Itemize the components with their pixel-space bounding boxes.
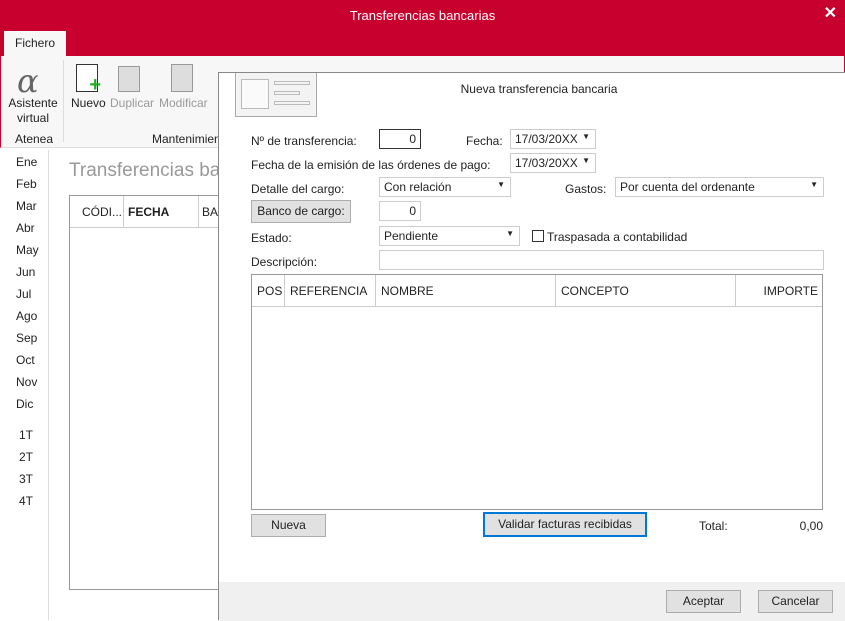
estado-value: Pendiente (384, 229, 439, 243)
col-referencia[interactable]: REFERENCIA (285, 275, 376, 307)
alpha-icon: α (17, 62, 39, 100)
sidebar-month[interactable]: May (16, 243, 39, 257)
emision-value: 17/03/20XX (515, 156, 578, 170)
dropdown-arrow-icon: ▼ (497, 180, 505, 189)
new-document-icon: + (76, 64, 101, 96)
dropdown-arrow-icon: ▼ (810, 180, 818, 189)
sidebar-quarter[interactable]: 1T (19, 428, 33, 442)
sidebar-quarter[interactable]: 3T (19, 472, 33, 486)
validar-facturas-button[interactable]: Validar facturas recibidas (483, 512, 647, 537)
sidebar-month[interactable]: Jun (16, 265, 35, 279)
estado-label: Estado: (251, 231, 292, 245)
estado-select[interactable]: Pendiente ▼ (379, 226, 520, 246)
duplicate-icon (118, 66, 140, 92)
sidebar-month[interactable]: Mar (16, 199, 37, 213)
fecha-picker[interactable]: 17/03/20XX ▼ (510, 129, 596, 149)
detalle-select[interactable]: Con relación ▼ (379, 177, 511, 197)
sidebar-month[interactable]: Dic (16, 397, 33, 411)
col-banco[interactable]: BA (202, 205, 218, 219)
total-label: Total: (699, 519, 728, 533)
detalle-label: Detalle del cargo: (251, 182, 345, 196)
sidebar-month[interactable]: Abr (16, 221, 35, 235)
orders-grid: POS REFERENCIA NOMBRE CONCEPTO IMPORTE (251, 274, 823, 510)
col-nombre[interactable]: NOMBRE (376, 275, 556, 307)
nueva-button[interactable]: Nueva (251, 514, 326, 537)
close-button[interactable]: ✕ (824, 3, 837, 23)
group-mantenimiento: Mantenimien (152, 132, 221, 146)
gastos-label: Gastos: (565, 182, 607, 196)
cancelar-button[interactable]: Cancelar (758, 590, 833, 613)
emision-picker[interactable]: 17/03/20XX ▼ (510, 153, 596, 173)
fecha-value: 17/03/20XX (515, 132, 578, 146)
sidebar-quarter[interactable]: 4T (19, 494, 33, 508)
sidebar-month[interactable]: Nov (16, 375, 37, 389)
fecha-label: Fecha: (466, 134, 503, 148)
sidebar-month[interactable]: Jul (16, 287, 31, 301)
dialog-footer (219, 582, 845, 621)
tab-fichero[interactable]: Fichero (4, 31, 66, 56)
aceptar-button[interactable]: Aceptar (666, 590, 741, 613)
nuevo-button[interactable]: Nuevo (71, 96, 106, 110)
sidebar-month[interactable]: Sep (16, 331, 37, 345)
list-table: CÓDI... FECHA BA (69, 195, 219, 590)
sidebar-quarter[interactable]: 2T (19, 450, 33, 464)
total-value: 0,00 (799, 519, 823, 533)
col-concepto[interactable]: CONCEPTO (556, 275, 736, 307)
list-title: Transferencias ba (69, 160, 221, 181)
sidebar-month[interactable]: Feb (16, 177, 37, 191)
sidebar-month[interactable]: Oct (16, 353, 35, 367)
traspasada-label: Traspasada a contabilidad (547, 230, 688, 244)
asistente-virtual-button[interactable]: Asistente virtual (7, 96, 59, 126)
sidebar-month[interactable]: Ago (16, 309, 37, 323)
num-label: Nº de transferencia: (251, 134, 357, 148)
new-transfer-dialog: Nueva transferencia bancaria Nº de trans… (218, 72, 845, 621)
detalle-value: Con relación (384, 180, 452, 194)
dropdown-arrow-icon: ▼ (506, 229, 514, 238)
col-fecha[interactable]: FECHA (128, 205, 169, 219)
col-pos[interactable]: POS (252, 275, 285, 307)
descripcion-input[interactable] (379, 250, 824, 270)
window-title: Transferencias bancarias (349, 8, 496, 23)
emision-label: Fecha de la emisión de las órdenes de pa… (251, 158, 491, 172)
gastos-value: Por cuenta del ordenante (620, 180, 755, 194)
banco-cargo-button[interactable]: Banco de cargo: (251, 200, 351, 223)
edit-icon (171, 64, 193, 92)
col-codigo[interactable]: CÓDI... (82, 205, 122, 219)
dialog-title: Nueva transferencia bancaria (460, 82, 618, 96)
group-atenea: Atenea (15, 132, 54, 146)
modificar-button[interactable]: Modificar (159, 96, 208, 110)
traspasada-checkbox[interactable] (532, 230, 544, 242)
banco-cargo-input[interactable]: 0 (379, 201, 421, 221)
dropdown-arrow-icon: ▼ (582, 156, 590, 165)
gastos-select[interactable]: Por cuenta del ordenante ▼ (615, 177, 824, 197)
duplicar-button[interactable]: Duplicar (110, 96, 154, 110)
descripcion-label: Descripción: (251, 255, 318, 269)
sidebar-month[interactable]: Ene (16, 155, 37, 169)
dropdown-arrow-icon: ▼ (582, 132, 590, 141)
col-importe[interactable]: IMPORTE (736, 275, 822, 307)
num-transferencia-input[interactable]: 0 (379, 129, 421, 149)
